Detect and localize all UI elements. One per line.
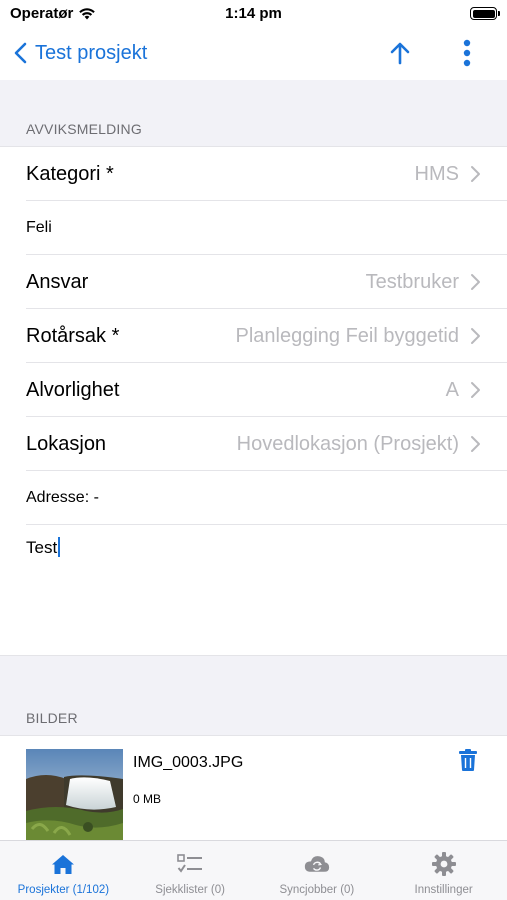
severity-label: Alvorlighet — [26, 378, 120, 401]
home-icon — [50, 851, 76, 877]
gear-icon — [431, 851, 457, 877]
status-bar: Operatør 1:14 pm — [0, 0, 507, 28]
title-field[interactable]: Feli — [0, 201, 507, 255]
cloud-sync-icon — [304, 851, 330, 877]
upload-button[interactable] — [384, 38, 416, 68]
description-textarea[interactable]: Test — [0, 525, 507, 655]
form-section-header: AVVIKSMELDING — [26, 121, 142, 137]
text-cursor — [58, 537, 61, 557]
responsible-label: Ansvar — [26, 270, 89, 293]
responsible-value: Testbruker — [365, 270, 459, 293]
chevron-left-icon — [14, 42, 27, 64]
photo-file-size: 0 MB — [133, 792, 162, 806]
root-cause-value: Planlegging Feil byggetid — [235, 324, 460, 347]
photo-list-item[interactable]: IMG_0003.JPG 0 MB — [0, 735, 507, 841]
back-button[interactable]: Test prosjekt — [14, 38, 147, 68]
tab-bar: Prosjekter (1/102) Sjekklister (0) Syncj… — [0, 840, 507, 900]
tab-sync-jobs[interactable]: Syncjobber (0) — [254, 841, 381, 900]
chevron-right-icon — [471, 328, 480, 344]
location-label: Lokasjon — [26, 432, 107, 455]
arrow-up-icon — [390, 42, 410, 65]
category-label: Kategori * — [26, 162, 114, 185]
chevron-right-icon — [471, 274, 480, 290]
address-row: Adresse: - — [0, 471, 507, 525]
more-options-button[interactable] — [451, 38, 483, 68]
navigation-bar: Test prosjekt — [0, 28, 507, 80]
photo-thumbnail[interactable] — [26, 749, 123, 841]
title-text: Feli — [26, 219, 52, 236]
chevron-right-icon — [471, 382, 480, 398]
tab-projects-label: Prosjekter (1/102) — [17, 884, 110, 896]
responsible-row[interactable]: Ansvar Testbruker — [0, 255, 507, 309]
status-time: 1:14 pm — [225, 5, 282, 22]
chevron-right-icon — [471, 166, 480, 182]
severity-row[interactable]: Alvorlighet A — [0, 363, 507, 417]
description-text: Test — [26, 538, 58, 557]
tab-settings-label: Innstillinger — [414, 884, 473, 896]
photos-section-header: BILDER — [26, 710, 78, 726]
address-text: Adresse: - — [26, 489, 99, 506]
checklist-icon — [177, 851, 203, 877]
more-vertical-icon — [463, 39, 471, 67]
battery-icon — [470, 7, 500, 20]
back-label: Test prosjekt — [35, 41, 148, 64]
tab-sync-jobs-label: Syncjobber (0) — [279, 884, 355, 896]
category-row[interactable]: Kategori * HMS — [0, 147, 507, 201]
tab-settings[interactable]: Innstillinger — [380, 841, 507, 900]
root-cause-label: Rotårsak * — [26, 324, 120, 347]
location-value: Hovedlokasjon (Prosjekt) — [236, 432, 459, 455]
tab-projects[interactable]: Prosjekter (1/102) — [0, 841, 127, 900]
location-row[interactable]: Lokasjon Hovedlokasjon (Prosjekt) — [0, 417, 507, 471]
chevron-right-icon — [471, 436, 480, 452]
tab-checklists[interactable]: Sjekklister (0) — [127, 841, 254, 900]
trash-icon[interactable] — [456, 748, 480, 772]
category-value: HMS — [414, 162, 459, 185]
tab-checklists-label: Sjekklister (0) — [155, 884, 225, 896]
root-cause-row[interactable]: Rotårsak * Planlegging Feil byggetid — [0, 309, 507, 363]
deviation-form: Kategori * HMS Feli Ansvar Testbruker Ro… — [0, 146, 507, 656]
photo-file-name: IMG_0003.JPG — [133, 754, 244, 771]
severity-value: A — [445, 378, 459, 401]
